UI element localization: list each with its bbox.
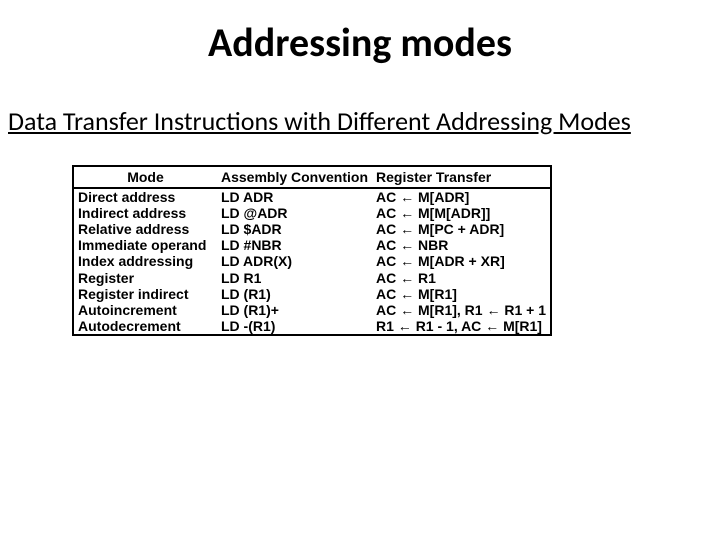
- cell-rt: AC ← M[ADR]: [372, 188, 550, 205]
- cell-mode: Autoincrement: [74, 302, 217, 318]
- cell-mode: Register indirect: [74, 286, 217, 302]
- table-row: Register LD R1 AC ← R1: [74, 270, 550, 286]
- cell-mode: Index addressing: [74, 253, 217, 269]
- cell-mode: Register: [74, 270, 217, 286]
- cell-asm: LD -(R1): [217, 318, 372, 334]
- header-register-transfer: Register Transfer: [372, 167, 550, 188]
- cell-asm: LD R1: [217, 270, 372, 286]
- cell-mode: Indirect address: [74, 205, 217, 221]
- table-row: Autodecrement LD -(R1) R1 ← R1 - 1, AC ←…: [74, 318, 550, 334]
- cell-rt: AC ← R1: [372, 270, 550, 286]
- table-row: Immediate operand LD #NBR AC ← NBR: [74, 237, 550, 253]
- cell-asm: LD ADR: [217, 188, 372, 205]
- table-row: Autoincrement LD (R1)+ AC ← M[R1], R1 ← …: [74, 302, 550, 318]
- table-row: Relative address LD $ADR AC ← M[PC + ADR…: [74, 221, 550, 237]
- cell-rt: AC ← NBR: [372, 237, 550, 253]
- table-row: Direct address LD ADR AC ← M[ADR]: [74, 188, 550, 205]
- cell-mode: Relative address: [74, 221, 217, 237]
- cell-mode: Immediate operand: [74, 237, 217, 253]
- header-mode: Mode: [74, 167, 217, 188]
- cell-rt: AC ← M[ADR + XR]: [372, 253, 550, 269]
- header-assembly: Assembly Convention: [217, 167, 372, 188]
- cell-mode: Direct address: [74, 188, 217, 205]
- table-row: Index addressing LD ADR(X) AC ← M[ADR + …: [74, 253, 550, 269]
- cell-asm: LD @ADR: [217, 205, 372, 221]
- addressing-modes-table: Mode Assembly Convention Register Transf…: [72, 165, 552, 336]
- slide: Addressing modes Data Transfer Instructi…: [0, 18, 720, 558]
- table-header-row: Mode Assembly Convention Register Transf…: [74, 167, 550, 188]
- table-row: Register indirect LD (R1) AC ← M[R1]: [74, 286, 550, 302]
- cell-rt: AC ← M[M[ADR]]: [372, 205, 550, 221]
- slide-title: Addressing modes: [0, 18, 720, 67]
- cell-rt: AC ← M[PC + ADR]: [372, 221, 550, 237]
- cell-rt: R1 ← R1 - 1, AC ← M[R1]: [372, 318, 550, 334]
- cell-rt: AC ← M[R1], R1 ← R1 + 1: [372, 302, 550, 318]
- cell-asm: LD #NBR: [217, 237, 372, 253]
- slide-subtitle: Data Transfer Instructions with Differen…: [8, 105, 712, 137]
- cell-asm: LD ADR(X): [217, 253, 372, 269]
- cell-asm: LD (R1)+: [217, 302, 372, 318]
- cell-asm: LD $ADR: [217, 221, 372, 237]
- cell-rt: AC ← M[R1]: [372, 286, 550, 302]
- cell-mode: Autodecrement: [74, 318, 217, 334]
- cell-asm: LD (R1): [217, 286, 372, 302]
- table-row: Indirect address LD @ADR AC ← M[M[ADR]]: [74, 205, 550, 221]
